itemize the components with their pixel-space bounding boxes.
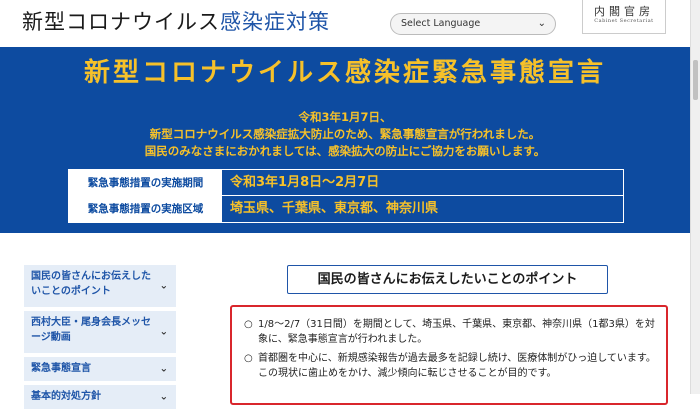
page-scrollbar[interactable] xyxy=(690,0,700,394)
measures-value: 埼玉県、千葉県、東京都、神奈川県 xyxy=(230,201,439,216)
point-text: 1/8～2/7（31日間）を期間として、埼玉県、千葉県、東京都、神奈川県（1都3… xyxy=(258,319,655,345)
list-item: ○ 1/8～2/7（31日間）を期間として、埼玉県、千葉県、東京都、神奈川県（1… xyxy=(244,317,656,347)
language-select-label: Select Language xyxy=(401,18,481,29)
emergency-banner: 新型コロナウイルス感染症緊急事態宣言 令和3年1月7日、 新型コロナウイルス感染… xyxy=(0,47,690,233)
chevron-down-icon: ⌄ xyxy=(159,326,168,338)
banner-announcement: 新型コロナウイルス感染症拡大防止のため、緊急事態宣言が行われました。 xyxy=(149,127,541,141)
chevron-down-icon: ⌄ xyxy=(537,18,546,29)
sidebar-item-declaration[interactable]: 緊急事態宣言 ⌄ xyxy=(24,357,176,381)
language-select[interactable]: Select Language ⌄ xyxy=(390,13,556,35)
measures-row-area: 緊急事態措置の実施区域 埼玉県、千葉県、東京都、神奈川県 xyxy=(69,196,623,222)
sidebar-item-label: 国民の皆さんにお伝えしたいことのポイント xyxy=(31,271,151,297)
measures-value: 令和3年1月8日～2月7日 xyxy=(230,175,380,190)
site-title-sub: 感染症対策 xyxy=(220,10,330,34)
logo-text-jp: 内閣官房 xyxy=(594,5,654,18)
chevron-down-icon: ⌄ xyxy=(159,280,168,292)
measures-table: 緊急事態措置の実施期間 令和3年1月8日～2月7日 緊急事態措置の実施区域 埼玉… xyxy=(68,169,624,223)
list-item: ○ 首都圏を中心に、新規感染報告が過去最多を記録し続け、医療体制がひっ迫していま… xyxy=(244,351,656,381)
banner-date: 令和3年1月7日、 xyxy=(298,110,392,124)
circle-bullet-icon: ○ xyxy=(244,353,253,364)
site-header: 新型コロナウイルス感染症対策 Select Language ⌄ 内閣官房 Ca… xyxy=(0,0,700,47)
site-title-main: 新型コロナウイルス xyxy=(22,10,220,34)
sidebar-nav: 国民の皆さんにお伝えしたいことのポイント ⌄ 西村大臣・尾身会長メッセージ動画 … xyxy=(24,265,176,413)
sidebar-item-label: 緊急事態宣言 xyxy=(31,363,91,374)
sidebar-item-points[interactable]: 国民の皆さんにお伝えしたいことのポイント ⌄ xyxy=(24,265,176,307)
sidebar-item-label: 西村大臣・尾身会長メッセージ動画 xyxy=(31,317,151,343)
cabinet-secretariat-logo[interactable]: 内閣官房 Cabinet Secretariat xyxy=(582,0,666,34)
point-text: 首都圏を中心に、新規感染報告が過去最多を記録し続け、医療体制がひっ迫しています。… xyxy=(258,353,656,379)
points-box: ○ 1/8～2/7（31日間）を期間として、埼玉県、千葉県、東京都、神奈川県（1… xyxy=(230,305,668,405)
measures-row-period: 緊急事態措置の実施期間 令和3年1月8日～2月7日 xyxy=(69,170,623,196)
banner-request: 国民のみなさまにおかれましては、感染拡大の防止にご協力をお願いします。 xyxy=(144,144,546,158)
site-title[interactable]: 新型コロナウイルス感染症対策 xyxy=(22,8,330,36)
points-heading: 国民の皆さんにお伝えしたいことのポイント xyxy=(287,265,608,294)
banner-title: 新型コロナウイルス感染症緊急事態宣言 xyxy=(83,58,606,88)
logo-text-en: Cabinet Secretariat xyxy=(594,18,654,24)
measures-label: 緊急事態措置の実施期間 xyxy=(69,170,222,195)
sidebar-item-message-video[interactable]: 西村大臣・尾身会長メッセージ動画 ⌄ xyxy=(24,311,176,353)
scrollbar-thumb[interactable] xyxy=(693,60,698,100)
chevron-down-icon: ⌄ xyxy=(159,391,168,403)
circle-bullet-icon: ○ xyxy=(244,319,253,330)
sidebar-item-label: 基本的対処方針 xyxy=(31,391,101,402)
sidebar-item-basic-policy[interactable]: 基本的対処方針 ⌄ xyxy=(24,385,176,409)
chevron-down-icon: ⌄ xyxy=(159,363,168,375)
measures-label: 緊急事態措置の実施区域 xyxy=(69,196,222,222)
